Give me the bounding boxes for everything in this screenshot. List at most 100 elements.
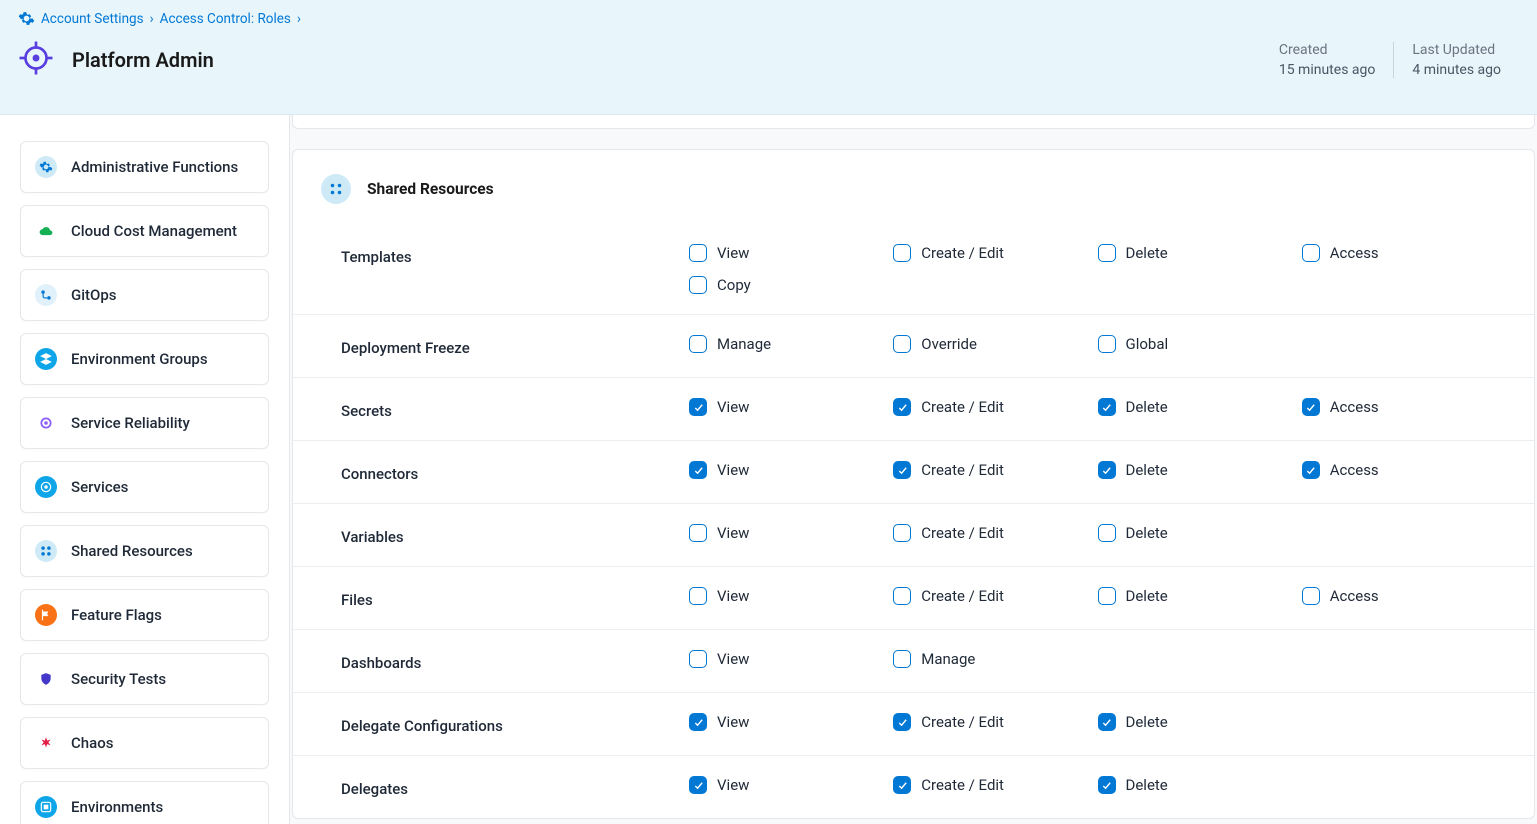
- sidebar-item-label: Shared Resources: [71, 542, 193, 560]
- title-row: Platform Admin Created 15 minutes ago La…: [0, 28, 1537, 80]
- shield-icon: [35, 668, 57, 690]
- checkbox-access[interactable]: [1302, 461, 1320, 479]
- sidebar-item-chaos[interactable]: Chaos: [20, 717, 269, 769]
- sidebar-item-shared-resources[interactable]: Shared Resources: [20, 525, 269, 577]
- checkbox-view[interactable]: [689, 713, 707, 731]
- sidebar-item-label: Service Reliability: [71, 414, 190, 432]
- permission-label: View: [717, 461, 749, 479]
- permission-label: Create / Edit: [921, 524, 1004, 542]
- sidebar: Administrative Functions Cloud Cost Manag…: [0, 115, 290, 824]
- checkbox-create-edit[interactable]: [893, 713, 911, 731]
- permission-row: VariablesViewCreate / EditDelete: [293, 503, 1534, 566]
- sidebar-item-security-tests[interactable]: Security Tests: [20, 653, 269, 705]
- checkbox-delete[interactable]: [1098, 244, 1116, 262]
- checkbox-delete[interactable]: [1098, 713, 1116, 731]
- target-icon: [18, 40, 54, 80]
- checkbox-delete[interactable]: [1098, 461, 1116, 479]
- permission-cell: Delete: [1098, 461, 1302, 479]
- permission-cell: Override: [893, 335, 1097, 353]
- permission-cell: View: [689, 398, 893, 416]
- meta-block: Created 15 minutes ago Last Updated 4 mi…: [1261, 42, 1519, 78]
- breadcrumb-account-settings[interactable]: Account Settings: [41, 11, 144, 27]
- checkbox-access[interactable]: [1302, 398, 1320, 416]
- chaos-icon: [35, 732, 57, 754]
- sidebar-item-service-reliability[interactable]: Service Reliability: [20, 397, 269, 449]
- checkbox-manage[interactable]: [689, 335, 707, 353]
- checkbox-create-edit[interactable]: [893, 587, 911, 605]
- checkbox-global[interactable]: [1098, 335, 1116, 353]
- checkbox-access[interactable]: [1302, 244, 1320, 262]
- permission-row: DelegatesViewCreate / EditDelete: [293, 755, 1534, 818]
- sidebar-item-label: Security Tests: [71, 670, 166, 688]
- target-icon: [35, 476, 57, 498]
- checkbox-view[interactable]: [689, 244, 707, 262]
- permission-row: Connectors View Create / Edit DeleteAccess: [293, 440, 1534, 503]
- main-content: Shared Resources TemplatesViewCreate / E…: [290, 115, 1537, 824]
- permission-label: View: [717, 713, 749, 731]
- permission-label: Create / Edit: [921, 587, 1004, 605]
- resource-name: Files: [321, 587, 689, 609]
- checkbox-view[interactable]: [689, 776, 707, 794]
- permission-label: Manage: [717, 335, 771, 353]
- sidebar-item-label: Environment Groups: [71, 350, 208, 368]
- permission-row: SecretsViewCreate / EditDeleteAccess: [293, 377, 1534, 440]
- permission-label: Create / Edit: [921, 244, 1004, 262]
- checkbox-view[interactable]: [689, 398, 707, 416]
- panel-header: Shared Resources: [293, 150, 1534, 218]
- permission-cell: Create / Edit: [893, 244, 1097, 262]
- resource-name: Delegate Configurations: [321, 713, 689, 735]
- env-icon: [35, 796, 57, 818]
- created-value: 15 minutes ago: [1279, 62, 1376, 78]
- checkbox-view[interactable]: [689, 461, 707, 479]
- checkbox-view[interactable]: [689, 524, 707, 542]
- layers-icon: [35, 348, 57, 370]
- sidebar-item-label: Administrative Functions: [71, 158, 238, 176]
- checkbox-create-edit[interactable]: [893, 398, 911, 416]
- resource-name: Deployment Freeze: [321, 335, 689, 357]
- checkbox-delete[interactable]: [1098, 587, 1116, 605]
- checkbox-view[interactable]: [689, 650, 707, 668]
- permission-cell: Access: [1302, 587, 1506, 605]
- permission-label: View: [717, 524, 749, 542]
- breadcrumb-access-control-roles[interactable]: Access Control: Roles: [160, 11, 291, 27]
- checkbox-access[interactable]: [1302, 587, 1320, 605]
- checkbox-create-edit[interactable]: [893, 524, 911, 542]
- checkbox-view[interactable]: [689, 587, 707, 605]
- sidebar-item-administrative-functions[interactable]: Administrative Functions: [20, 141, 269, 193]
- permission-label: Create / Edit: [921, 776, 1004, 794]
- checkbox-manage[interactable]: [893, 650, 911, 668]
- permission-label: View: [717, 650, 749, 668]
- permission-row: TemplatesViewCreate / EditDeleteAccessCo…: [293, 218, 1534, 314]
- sidebar-item-environment-groups[interactable]: Environment Groups: [20, 333, 269, 385]
- sidebar-item-feature-flags[interactable]: Feature Flags: [20, 589, 269, 641]
- sidebar-item-services[interactable]: Services: [20, 461, 269, 513]
- permission-cell: Access: [1302, 461, 1506, 479]
- page-title: Platform Admin: [72, 48, 214, 72]
- chevron-right-icon: ›: [297, 11, 301, 27]
- checkbox-override[interactable]: [893, 335, 911, 353]
- sidebar-item-label: Chaos: [71, 734, 113, 752]
- grid-icon: [321, 174, 351, 204]
- created-label: Created: [1279, 42, 1376, 58]
- permission-label: Delete: [1126, 244, 1168, 262]
- sidebar-item-cloud-cost-management[interactable]: Cloud Cost Management: [20, 205, 269, 257]
- checkbox-delete[interactable]: [1098, 398, 1116, 416]
- permission-cell: Create / Edit: [893, 587, 1097, 605]
- permission-cell: Delete: [1098, 713, 1302, 731]
- cloud-icon: [35, 220, 57, 242]
- permission-label: Create / Edit: [921, 461, 1004, 479]
- checkbox-delete[interactable]: [1098, 776, 1116, 794]
- permission-cell: Manage: [689, 335, 893, 353]
- permission-cell: Create / Edit: [893, 776, 1097, 794]
- checkbox-create-edit[interactable]: [893, 776, 911, 794]
- checkbox-create-edit[interactable]: [893, 244, 911, 262]
- checkbox-delete[interactable]: [1098, 524, 1116, 542]
- checkbox-copy[interactable]: [689, 276, 707, 294]
- permission-row: DashboardsViewManage: [293, 629, 1534, 692]
- updated-value: 4 minutes ago: [1412, 62, 1501, 78]
- checkbox-create-edit[interactable]: [893, 461, 911, 479]
- resource-name: Connectors: [321, 461, 689, 483]
- permission-label: Create / Edit: [921, 713, 1004, 731]
- sidebar-item-gitops[interactable]: GitOps: [20, 269, 269, 321]
- sidebar-item-environments[interactable]: Environments: [20, 781, 269, 824]
